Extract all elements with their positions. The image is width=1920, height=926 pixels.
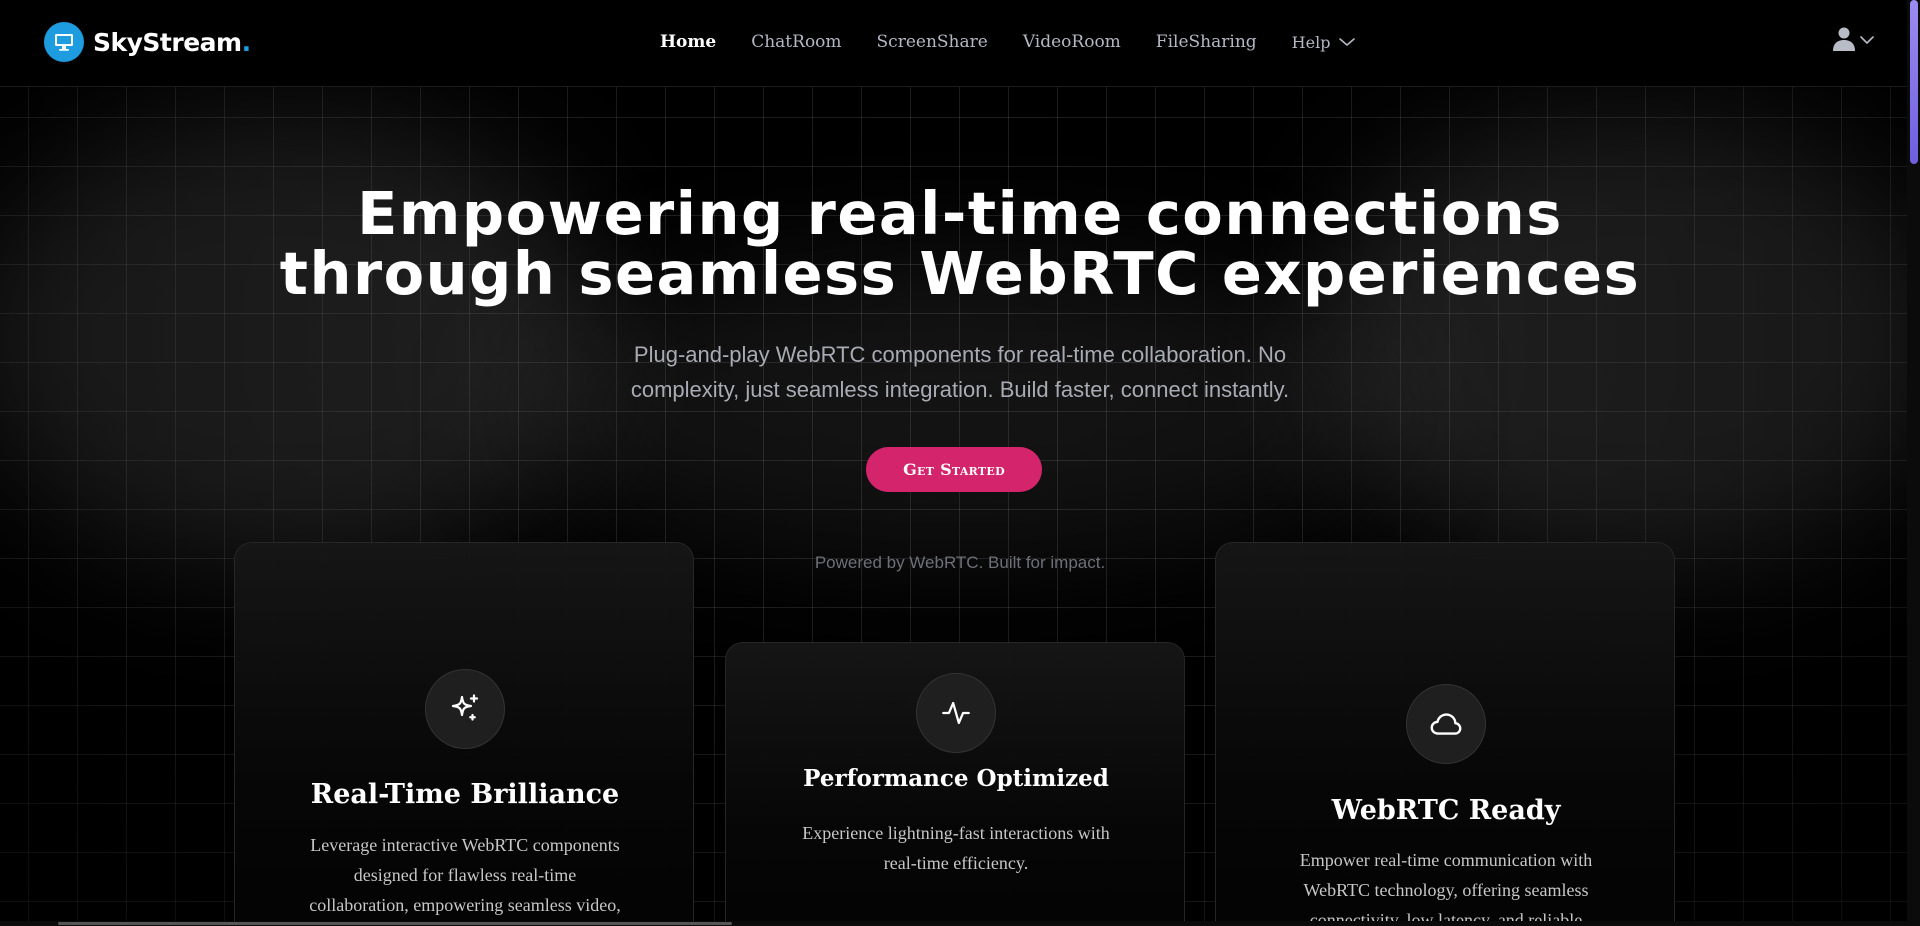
horizontal-scrollbar[interactable] <box>0 921 1907 926</box>
feature-card-performance: Performance Optimized Experience lightni… <box>725 642 1185 926</box>
horizontal-scrollbar-thumb[interactable] <box>58 922 732 925</box>
nav-help-dropdown[interactable]: Help <box>1292 33 1357 52</box>
nav-filesharing[interactable]: FileSharing <box>1156 32 1257 52</box>
nav-help-label: Help <box>1291 32 1331 52</box>
nav-home[interactable]: Home <box>660 32 716 52</box>
hero-subtitle-line-1: Plug-and-play WebRTC components for real… <box>633 342 1287 367</box>
feature-title: Real-Time Brilliance <box>310 779 620 810</box>
monitor-logo-icon <box>44 22 84 62</box>
user-menu-button[interactable] <box>1832 26 1875 57</box>
feature-description: Experience lightning-fast interactions w… <box>802 823 1110 873</box>
nav-chatroom[interactable]: ChatRoom <box>751 32 841 52</box>
feature-title: WebRTC Ready <box>1331 795 1561 826</box>
top-navbar: SkyStream. Home ChatRoom ScreenShare Vid… <box>0 0 1920 87</box>
hero-subtitle-line-2: complexity, just seamless integration. B… <box>630 377 1290 402</box>
sparkles-icon <box>425 669 505 749</box>
user-icon <box>1832 26 1856 57</box>
feature-description: Leverage interactive WebRTC components d… <box>309 835 621 915</box>
chevron-down-icon <box>1859 33 1875 51</box>
activity-icon <box>916 673 996 753</box>
page: SkyStream. Home ChatRoom ScreenShare Vid… <box>0 0 1920 926</box>
hero-title-line-1: Empowering real-time connections <box>357 179 1563 248</box>
get-started-button[interactable]: Get Started <box>866 447 1042 492</box>
nav-videoroom[interactable]: VideoRoom <box>1023 32 1121 52</box>
chevron-down-icon <box>1338 33 1356 52</box>
cloud-icon <box>1406 684 1486 764</box>
feature-card-webrtc: WebRTC Ready Empower real-time communica… <box>1215 542 1675 926</box>
hero-subtitle: Plug-and-play WebRTC components for real… <box>590 337 1330 407</box>
tagline: Powered by WebRTC. Built for impact. <box>814 553 1106 572</box>
vertical-scrollbar-thumb[interactable] <box>1910 0 1918 164</box>
brand-logo-link[interactable]: SkyStream. <box>44 21 251 63</box>
nav-screenshare[interactable]: ScreenShare <box>877 32 988 52</box>
hero-title-line-2: through seamless WebRTC experiences <box>279 239 1641 308</box>
feature-description: Empower real-time communication with Web… <box>1299 850 1593 926</box>
feature-card-realtime: Real-Time Brilliance Leverage interactiv… <box>234 542 694 926</box>
main-nav: Home ChatRoom ScreenShare VideoRoom File… <box>660 0 1356 84</box>
hero-title: Empowering real-time connections through… <box>200 184 1720 304</box>
feature-title: Performance Optimized <box>803 765 1109 792</box>
brand-name: SkyStream. <box>93 27 251 57</box>
vertical-scrollbar[interactable] <box>1907 0 1920 926</box>
